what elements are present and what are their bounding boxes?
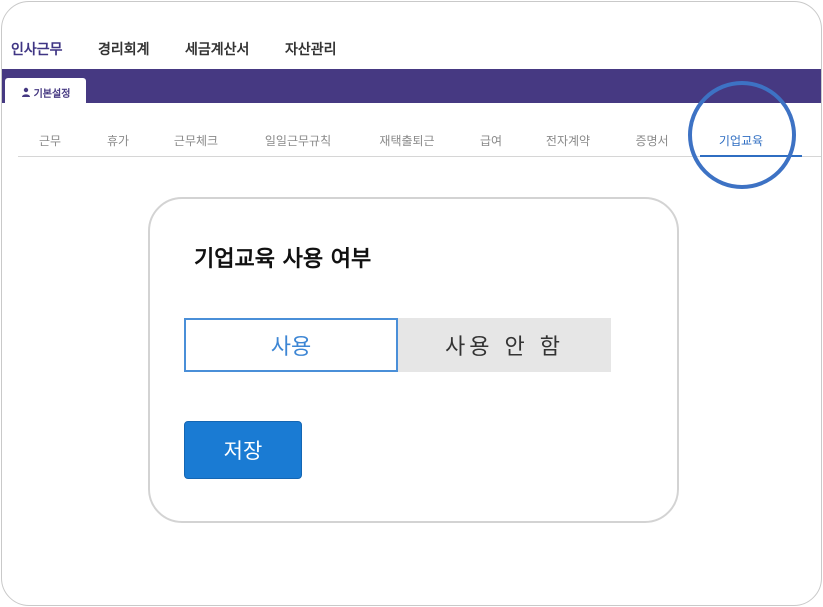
top-menu: 인사근무 경리회계 세금계산서 자산관리 (2, 2, 821, 70)
tab-remote-attendance[interactable]: 재택출퇴근 (379, 132, 434, 149)
option-use-button[interactable]: 사용 (184, 318, 398, 372)
save-button[interactable]: 저장 (184, 421, 302, 479)
tab-daily-work-rules[interactable]: 일일근무규칙 (265, 132, 331, 149)
tab-leave[interactable]: 휴가 (107, 132, 129, 149)
card-title: 기업교육 사용 여부 (194, 247, 372, 272)
sub-tab-label: 기본설정 (33, 88, 71, 100)
option-not-use-button[interactable]: 사용 안 함 (398, 318, 611, 372)
top-menu-item-hr[interactable]: 인사근무 (11, 39, 63, 59)
tab-e-contract[interactable]: 전자계약 (546, 132, 590, 149)
active-tab-underline (700, 155, 802, 157)
sub-tab-basic-settings[interactable]: 기본설정 (5, 78, 86, 104)
tab-payroll[interactable]: 급여 (480, 132, 502, 149)
top-menu-item-tax-invoice[interactable]: 세금계산서 (185, 39, 249, 59)
nav-tabs: 근무 휴가 근무체크 일일근무규칙 재택출퇴근 급여 전자계약 증명서 기업교육 (18, 120, 821, 157)
tab-corporate-education[interactable]: 기업교육 (719, 132, 763, 149)
tab-work-check[interactable]: 근무체크 (174, 132, 218, 149)
settings-card: 기업교육 사용 여부 사용 사용 안 함 저장 (148, 197, 679, 523)
tab-certificate[interactable]: 증명서 (635, 132, 668, 149)
top-menu-item-accounting[interactable]: 경리회계 (98, 39, 150, 59)
app-window: 인사근무 경리회계 세금계산서 자산관리 기본설정 근무 휴가 근무체크 일일근… (1, 1, 822, 606)
menu-bar (2, 69, 821, 103)
person-icon (21, 87, 30, 97)
top-menu-item-asset[interactable]: 자산관리 (285, 39, 337, 59)
tab-work[interactable]: 근무 (39, 132, 61, 149)
